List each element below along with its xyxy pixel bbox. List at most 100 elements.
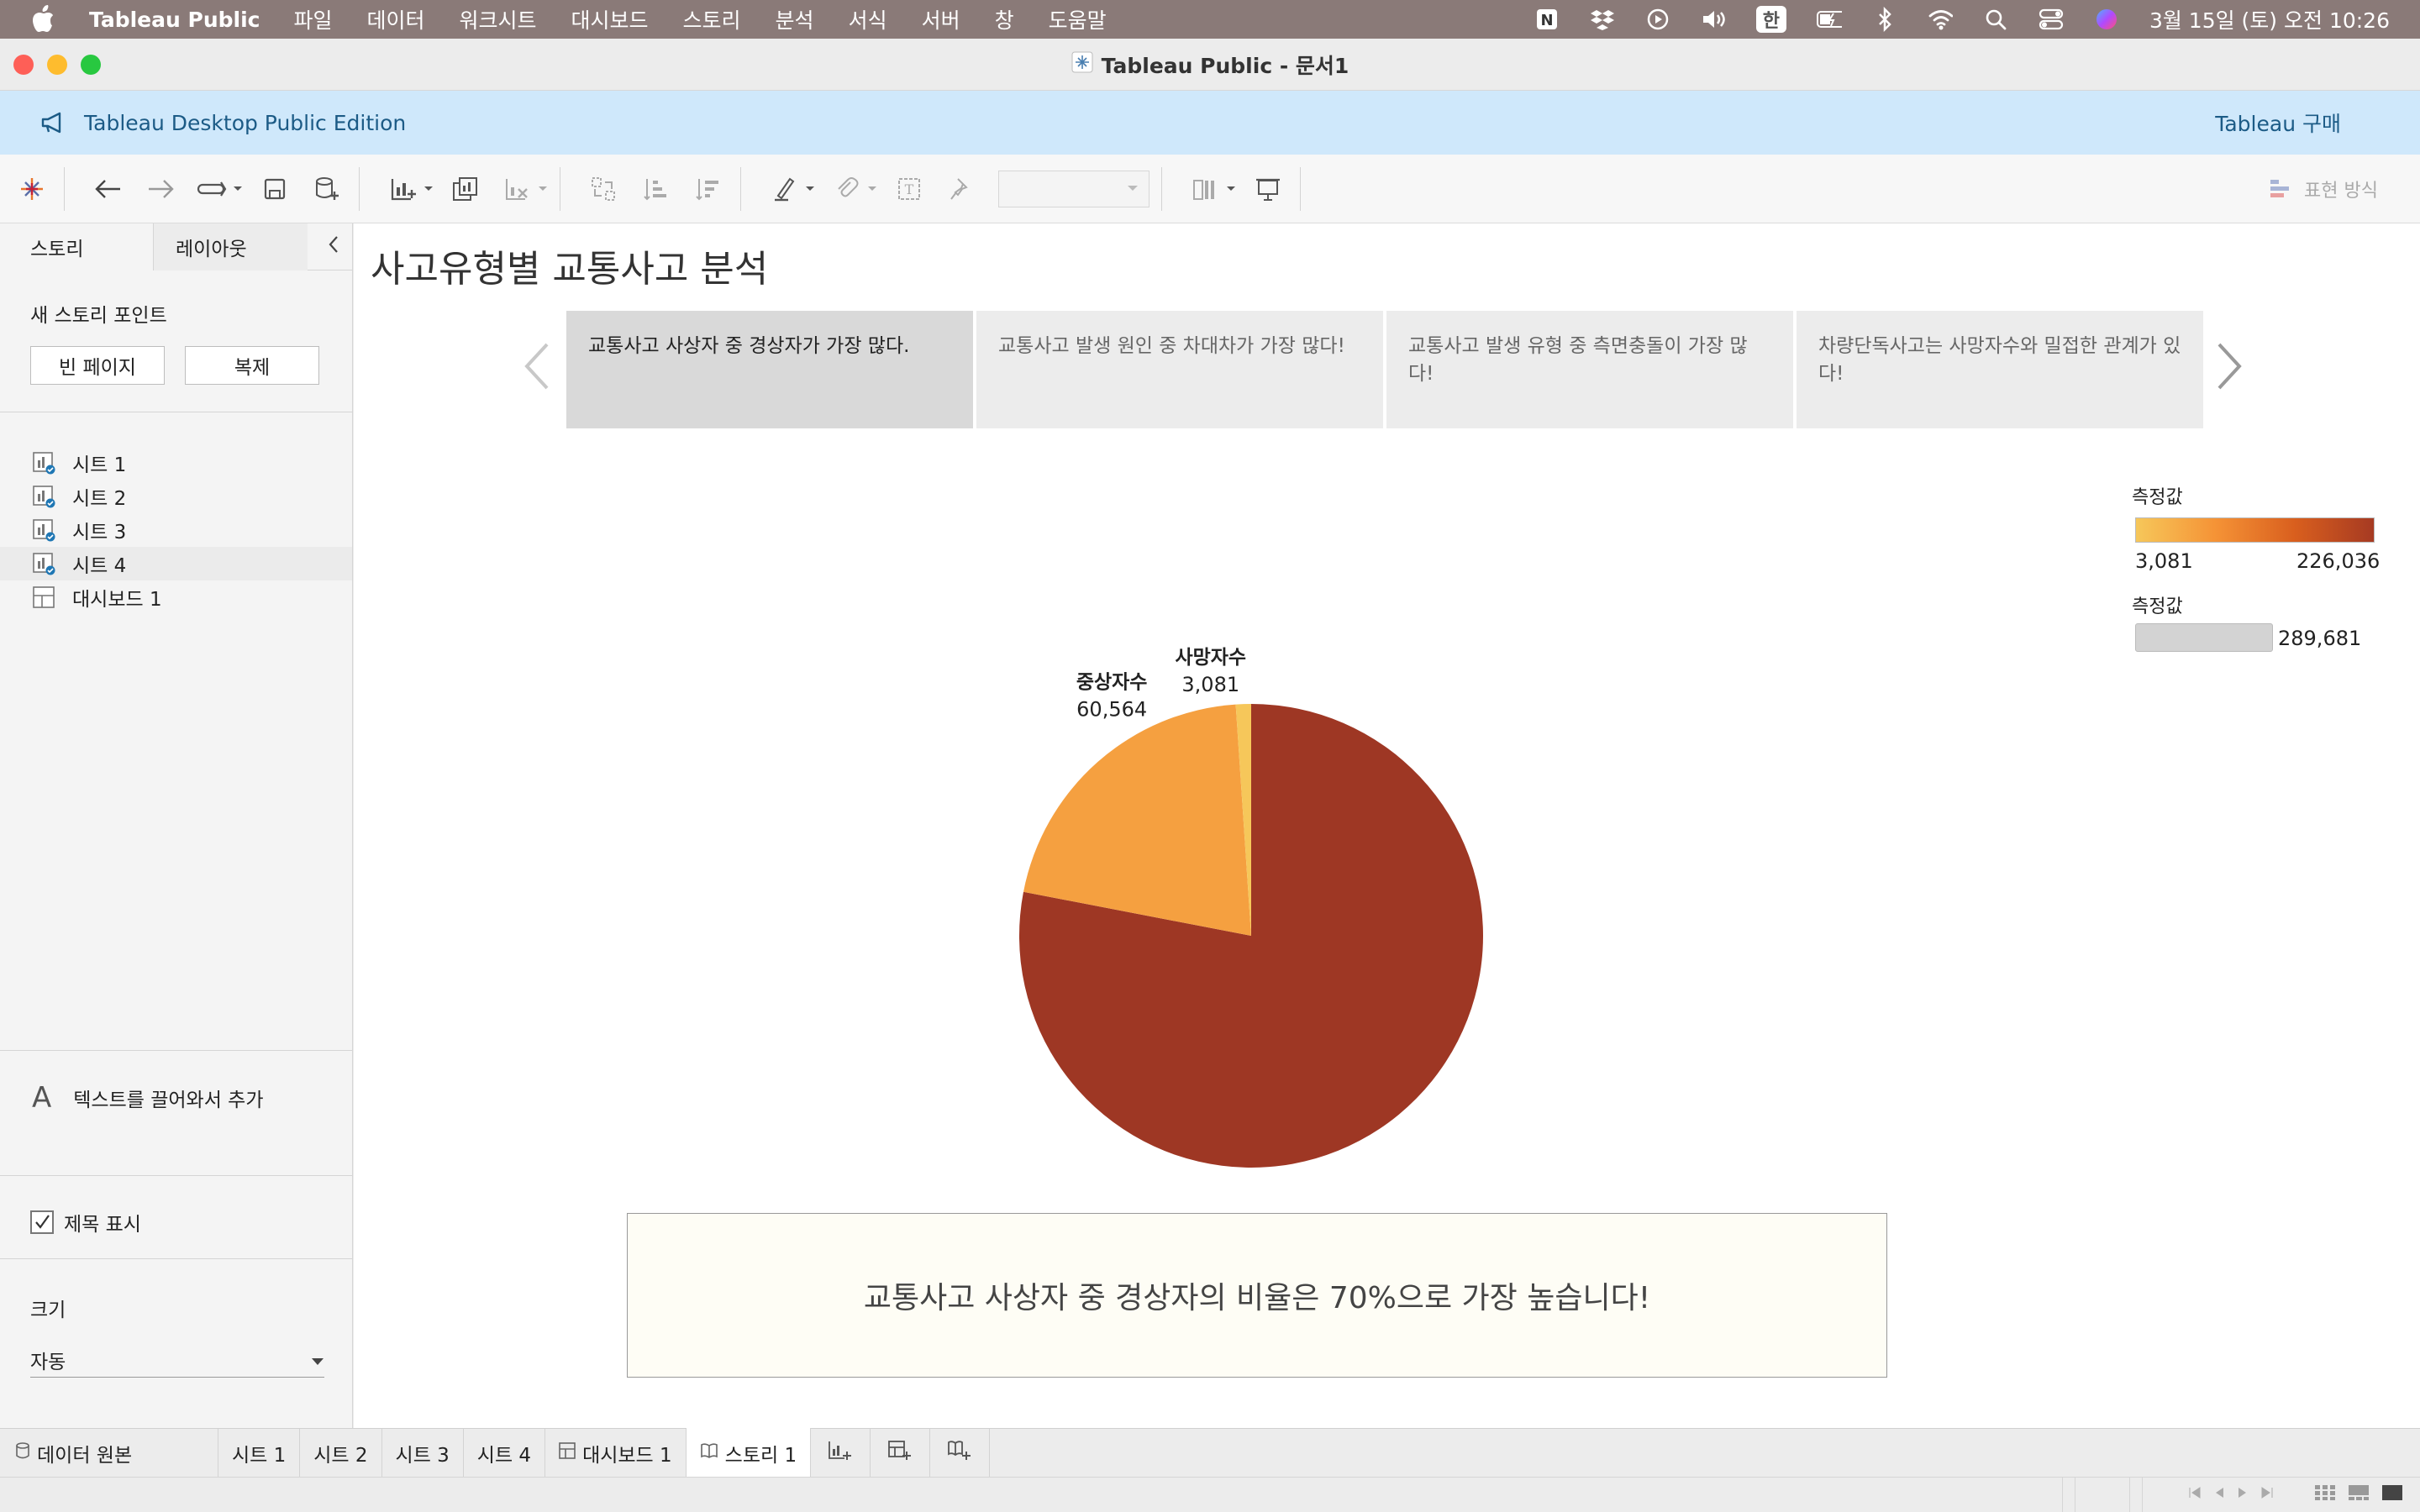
first-page-icon[interactable] (2188, 1486, 2202, 1504)
menu-server[interactable]: 서버 (922, 4, 960, 34)
collapse-panel-icon[interactable] (327, 234, 340, 261)
siri-icon[interactable] (2094, 7, 2119, 32)
clear-sheet-icon[interactable] (497, 169, 538, 209)
menu-window[interactable]: 창 (995, 4, 1014, 34)
filmstrip-icon[interactable] (2348, 1484, 2370, 1505)
save-icon[interactable] (255, 169, 295, 209)
clear-dropdown-icon[interactable] (538, 169, 548, 209)
undo-icon[interactable] (88, 169, 129, 209)
duplicate-sheet-icon[interactable] (445, 169, 486, 209)
tab-sheet-4[interactable]: 시트 4 (464, 1428, 546, 1478)
tab-dashboard-1[interactable]: 대시보드 1 (545, 1428, 687, 1478)
wifi-icon[interactable] (1928, 7, 1953, 32)
tab-data-source[interactable]: 데이터 원본 (0, 1428, 218, 1478)
minimize-window-button[interactable] (47, 55, 67, 75)
menu-worksheet[interactable]: 워크시트 (460, 4, 537, 34)
presentation-mode-icon[interactable] (1248, 169, 1288, 209)
previous-page-icon[interactable] (2213, 1486, 2225, 1504)
menu-help[interactable]: 도움말 (1049, 4, 1107, 34)
edition-banner: Tableau Desktop Public Edition Tableau 구… (0, 91, 2420, 155)
highlight-icon[interactable] (765, 169, 805, 209)
search-icon[interactable] (1983, 7, 2008, 32)
apple-icon[interactable] (30, 5, 64, 34)
app-menu[interactable]: Tableau Public (89, 8, 260, 32)
show-mark-labels-icon[interactable]: T (889, 169, 929, 209)
sheet-list-item-2[interactable]: 시트 2 (0, 480, 352, 513)
volume-icon[interactable] (1701, 7, 1726, 32)
blank-page-button[interactable]: 빈 페이지 (30, 346, 165, 385)
tab-story[interactable]: 스토리 (0, 223, 154, 270)
show-me-button[interactable]: 표현 방식 (2269, 176, 2378, 202)
duplicate-button[interactable]: 복제 (185, 346, 319, 385)
new-worksheet-tab-button[interactable] (811, 1428, 871, 1478)
new-datasource-icon[interactable] (307, 169, 347, 209)
input-method-indicator[interactable]: 한 (1755, 6, 1786, 33)
macos-menubar: Tableau Public 파일 데이터 워크시트 대시보드 스토리 분석 서… (0, 0, 2420, 39)
next-page-icon[interactable] (2237, 1486, 2249, 1504)
menu-story[interactable]: 스토리 (683, 4, 741, 34)
sort-descending-icon[interactable] (688, 169, 729, 209)
buy-tableau-link[interactable]: Tableau 구매 (2215, 108, 2341, 138)
svg-text:T: T (905, 181, 914, 197)
control-center-icon[interactable] (2039, 7, 2064, 32)
replay-dropdown-icon[interactable] (233, 169, 243, 209)
show-title-checkbox[interactable] (30, 1210, 54, 1234)
svg-text:N: N (1540, 12, 1553, 29)
story-caption-text: 교통사고 사상자 중 경상자의 비율은 70%으로 가장 높습니다! (863, 1281, 1651, 1315)
tableau-logo-icon[interactable] (12, 169, 52, 209)
play-icon[interactable] (1645, 7, 1670, 32)
sheet-list-item-4[interactable]: 시트 4 (0, 547, 352, 580)
story-caption-box[interactable]: 교통사고 사상자 중 경상자의 비율은 70%으로 가장 높습니다! (627, 1213, 1887, 1378)
tabs-view-icon[interactable] (2381, 1484, 2403, 1505)
drag-text-item[interactable]: A 텍스트를 끌어와서 추가 (32, 1081, 353, 1115)
group-members-icon[interactable] (827, 169, 867, 209)
highlight-dropdown-icon[interactable] (805, 169, 815, 209)
notion-icon[interactable]: N (1534, 7, 1560, 32)
sheet-list-item-dashboard[interactable]: 대시보드 1 (0, 580, 352, 614)
show-cards-dropdown-icon[interactable] (1226, 169, 1236, 209)
show-title-label: 제목 표시 (64, 1214, 141, 1236)
sheet-list-label: 시트 3 (72, 522, 127, 543)
new-worksheet-icon (828, 1440, 853, 1467)
new-worksheet-dropdown-icon[interactable] (424, 169, 434, 209)
tab-sheet-1[interactable]: 시트 1 (218, 1428, 301, 1478)
group-dropdown-icon[interactable] (867, 169, 877, 209)
pie-chart[interactable]: 경상자수226,036중상자수60,564사망자수3,081 (354, 223, 2420, 1206)
story-side-panel: 스토리 레이아웃 새 스토리 포인트 빈 페이지 복제 시트 1 시트 2 시트… (0, 223, 353, 1428)
main-toolbar: T 표현 방식 (0, 155, 2420, 223)
new-dashboard-tab-button[interactable] (871, 1428, 931, 1478)
fit-select[interactable] (998, 170, 1150, 207)
tab-layout[interactable]: 레이아웃 (154, 223, 308, 270)
swap-rows-columns-icon[interactable] (584, 169, 624, 209)
sheet-sorter-icon[interactable] (2314, 1484, 2336, 1505)
battery-icon[interactable] (1816, 7, 1842, 32)
show-title-toggle[interactable]: 제목 표시 (30, 1208, 141, 1236)
new-story-tab-button[interactable] (930, 1428, 991, 1478)
dropbox-icon[interactable] (1590, 7, 1615, 32)
sheet-tab-bar: 데이터 원본 시트 1 시트 2 시트 3 시트 4 대시보드 1 스토리 1 (0, 1427, 2420, 1478)
replay-animation-icon[interactable] (192, 169, 233, 209)
sort-ascending-icon[interactable] (636, 169, 676, 209)
megaphone-icon (40, 111, 66, 134)
menu-dashboard[interactable]: 대시보드 (571, 4, 649, 34)
last-page-icon[interactable] (2260, 1486, 2274, 1504)
fix-axes-icon[interactable] (941, 169, 981, 209)
tab-story-1[interactable]: 스토리 1 (686, 1427, 812, 1478)
size-select[interactable]: 자동 (30, 1342, 324, 1378)
menubar-clock[interactable]: 3월 15일 (토) 오전 10:26 (2149, 4, 2390, 34)
tab-sheet-2[interactable]: 시트 2 (300, 1428, 382, 1478)
tab-sheet-3[interactable]: 시트 3 (382, 1428, 464, 1478)
sheet-list-item-1[interactable]: 시트 1 (0, 446, 352, 480)
redo-icon[interactable] (140, 169, 181, 209)
menu-data[interactable]: 데이터 (366, 4, 424, 34)
new-worksheet-icon[interactable] (383, 169, 424, 209)
menu-file[interactable]: 파일 (293, 4, 332, 34)
show-cards-icon[interactable] (1186, 169, 1226, 209)
sheet-list-item-3[interactable]: 시트 3 (0, 513, 352, 547)
dashboard-icon (559, 1441, 576, 1464)
close-window-button[interactable] (13, 55, 34, 75)
menu-format[interactable]: 서식 (849, 4, 887, 34)
menu-analysis[interactable]: 분석 (776, 4, 814, 34)
maximize-window-button[interactable] (81, 55, 101, 75)
bluetooth-icon[interactable] (1872, 7, 1897, 32)
